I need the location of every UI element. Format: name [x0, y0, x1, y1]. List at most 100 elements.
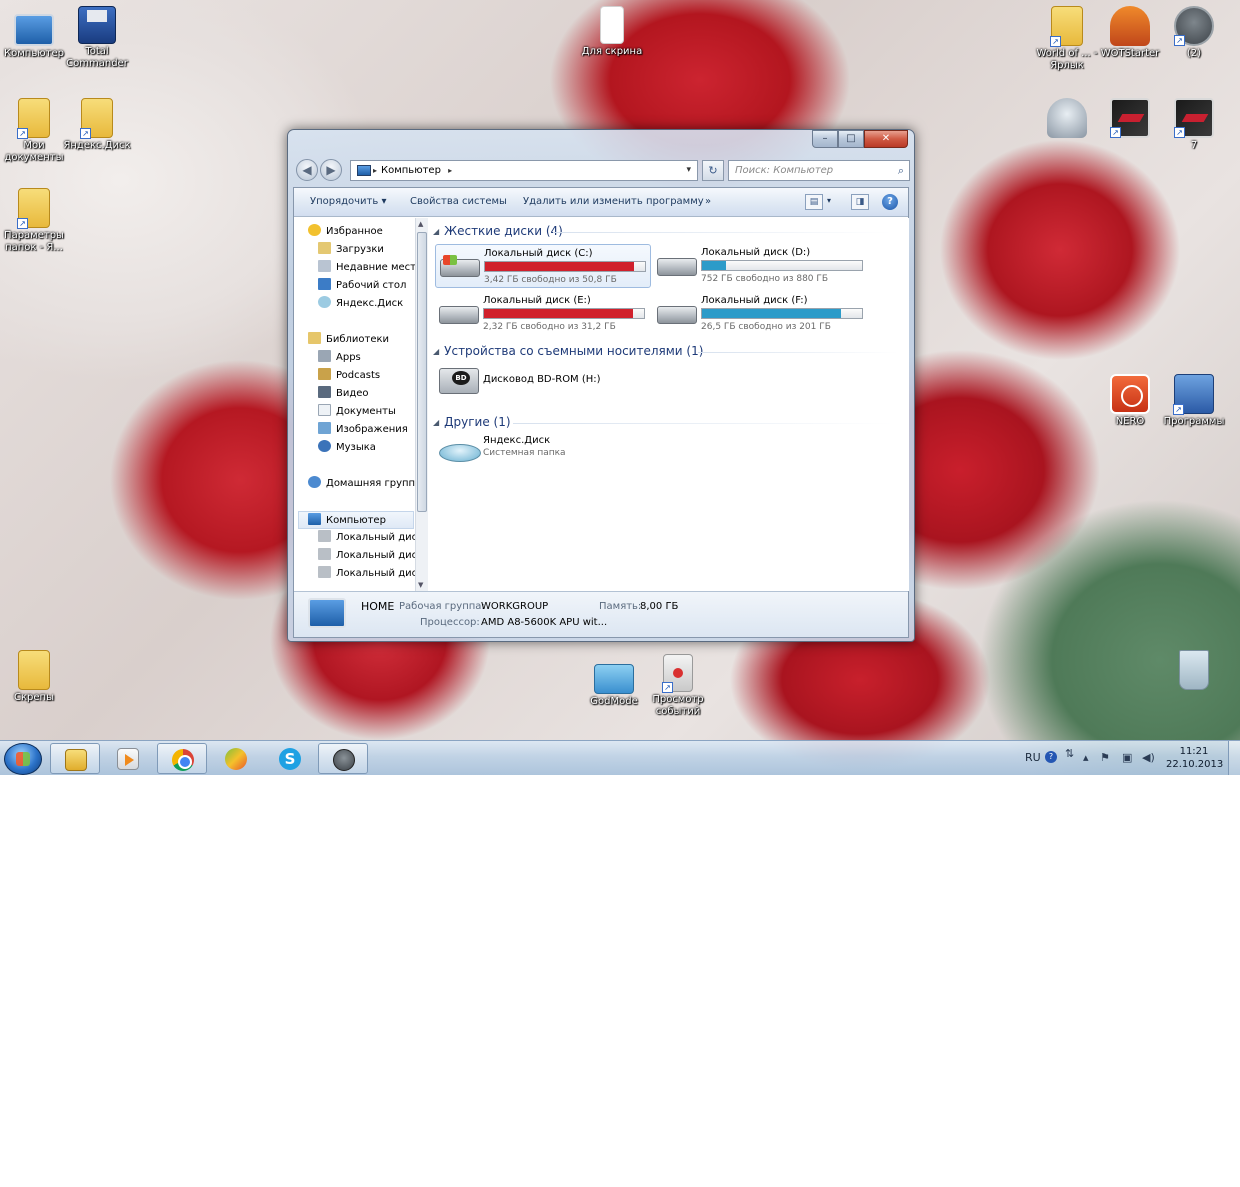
- nav-libraries[interactable]: Библиотеки: [308, 331, 389, 349]
- nav-computer[interactable]: Компьютер: [298, 511, 414, 529]
- nav-item-video[interactable]: Видео: [318, 385, 369, 403]
- nav-item-music[interactable]: Музыка: [318, 439, 376, 457]
- nav-item-yandex-disk[interactable]: Яндекс.Диск: [318, 295, 403, 313]
- nav-item-local-disk-d[interactable]: Локальный диск: [318, 547, 423, 565]
- workgroup-value: WORKGROUP: [481, 601, 549, 612]
- show-desktop-button[interactable]: [1228, 741, 1240, 775]
- maximize-button[interactable]: □: [838, 130, 864, 148]
- system-properties-button[interactable]: Свойства системы: [410, 196, 507, 207]
- taskbar-skype[interactable]: S: [265, 743, 315, 774]
- refresh-button[interactable]: ↻: [702, 160, 724, 181]
- more-commands-button[interactable]: »: [705, 196, 711, 207]
- command-bar: Упорядочить ▾ Свойства системы Удалить и…: [294, 188, 908, 217]
- desktop-icon-godmode[interactable]: GodMode: [580, 656, 648, 708]
- window-body: Упорядочить ▾ Свойства системы Удалить и…: [293, 187, 909, 638]
- action-center-flag-icon[interactable]: ⚑: [1100, 751, 1110, 764]
- start-button[interactable]: [4, 743, 42, 775]
- drive-c[interactable]: Локальный диск (C:) 3,42 ГБ свободно из …: [435, 244, 651, 288]
- group-title: Жесткие диски (4): [444, 224, 563, 238]
- yandex-disk-item[interactable]: Яндекс.Диск Системная папка: [435, 432, 651, 476]
- nav-item-desktop[interactable]: Рабочий стол: [318, 277, 406, 295]
- computer-icon: [308, 598, 346, 628]
- nav-homegroup[interactable]: Домашняя группа: [308, 475, 421, 493]
- desktop-icon-event-viewer[interactable]: ↗ Просмотр событий: [644, 654, 712, 718]
- breadcrumb-separator[interactable]: ▸: [448, 166, 452, 175]
- language-indicator[interactable]: RU: [1025, 751, 1041, 764]
- collapse-triangle-icon[interactable]: ◢: [433, 227, 439, 236]
- taskbar-ball-app[interactable]: [211, 743, 261, 774]
- taskbar-chrome[interactable]: [157, 743, 207, 774]
- desktop-icon-recycle-bin[interactable]: [1160, 650, 1228, 692]
- desktop-icon-programs[interactable]: ↗ Программы: [1160, 374, 1228, 428]
- desktop-icon-computer[interactable]: Компьютер: [0, 8, 68, 60]
- desktop-icon-wotstarter[interactable]: WOTStarter: [1096, 6, 1164, 60]
- breadcrumb-computer[interactable]: Компьютер: [381, 165, 441, 176]
- volume-icon[interactable]: ◀): [1142, 751, 1155, 764]
- desktop-icon-skrepy[interactable]: Скрепы: [0, 650, 68, 704]
- taskbar-media-player[interactable]: [103, 743, 153, 774]
- nav-item-pictures[interactable]: Изображения: [318, 421, 408, 439]
- tray-clock[interactable]: 11:21 22.10.2013: [1166, 745, 1223, 771]
- change-view-icon[interactable]: ▤: [805, 194, 823, 210]
- scroll-up-arrow-icon[interactable]: ▲: [418, 220, 423, 228]
- preview-pane-icon[interactable]: ◨: [851, 194, 869, 210]
- desktop-icon-bell-app[interactable]: [1033, 98, 1101, 140]
- downloads-folder-icon: [318, 242, 331, 254]
- desktop-icon-yandex-disk[interactable]: ↗ Яндекс.Диск: [63, 98, 131, 152]
- desktop-icon-nfs-1[interactable]: ↗: [1096, 98, 1164, 140]
- recent-places-icon: [318, 260, 331, 272]
- network-icon[interactable]: ▣: [1122, 751, 1132, 764]
- nav-item-local-disk-c[interactable]: Локальный диск: [318, 529, 423, 547]
- search-icon[interactable]: ⌕: [898, 161, 904, 180]
- nav-item-recent-places[interactable]: Недавние места: [318, 259, 422, 277]
- explorer-window[interactable]: – □ ✕ ◀ ▶ ▸ Компьютер ▸ ▾ ↻ Поиск: Компь…: [287, 129, 915, 642]
- drive-f[interactable]: Локальный диск (F:) 26,5 ГБ свободно из …: [653, 292, 869, 336]
- minimize-button[interactable]: –: [812, 130, 838, 148]
- uninstall-program-button[interactable]: Удалить или изменить программу: [523, 196, 704, 207]
- desktop-icon-for-screenshot[interactable]: Для скрина: [578, 6, 646, 58]
- organize-button[interactable]: Упорядочить ▾: [310, 196, 386, 207]
- taskbar-world-of-tanks[interactable]: [318, 743, 368, 774]
- scroll-down-arrow-icon[interactable]: ▼: [418, 581, 423, 589]
- nav-item-podcasts[interactable]: Podcasts: [318, 367, 380, 385]
- help-icon[interactable]: ?: [882, 194, 898, 210]
- tank-icon: ↗: [1174, 6, 1214, 46]
- desktop-icon-folder-options[interactable]: ↗ Параметры папок - Я...: [0, 188, 68, 254]
- taskbar-explorer[interactable]: [50, 743, 100, 774]
- nav-pane-scrollbar[interactable]: ▲ ▼: [415, 218, 428, 591]
- nav-item-downloads[interactable]: Загрузки: [318, 241, 384, 259]
- podcast-icon: [318, 368, 331, 380]
- close-button[interactable]: ✕: [864, 130, 908, 148]
- address-bar[interactable]: ▸ Компьютер ▸ ▾: [350, 160, 698, 181]
- nav-favorites[interactable]: Избранное: [308, 223, 383, 241]
- scrollbar-thumb[interactable]: [417, 232, 427, 512]
- desktop-icon-nero[interactable]: NERO: [1096, 374, 1164, 428]
- drive-e[interactable]: Локальный диск (E:) 2,32 ГБ свободно из …: [435, 292, 651, 336]
- drive-d[interactable]: Локальный диск (D:) 752 ГБ свободно из 8…: [653, 244, 869, 288]
- drive-free-space: 752 ГБ свободно из 880 ГБ: [701, 274, 829, 284]
- desktop-icon-world-of-tanks-shortcut[interactable]: ↗ World of ... - Ярлык: [1033, 6, 1101, 72]
- forward-button[interactable]: ▶: [320, 159, 342, 181]
- desktop-icon-nfs-2[interactable]: ↗ 7: [1160, 98, 1228, 152]
- drive-bd-rom[interactable]: BD Дисковод BD-ROM (H:): [435, 358, 651, 402]
- group-title: Другие (1): [444, 415, 511, 429]
- desktop-icon-my-documents[interactable]: ↗ Мои документы: [0, 98, 68, 164]
- group-header-hard-drives[interactable]: ◢ Жесткие диски (4): [433, 224, 903, 240]
- nav-item-local-disk-e[interactable]: Локальный диск: [318, 565, 423, 583]
- back-button[interactable]: ◀: [296, 159, 318, 181]
- collapse-triangle-icon[interactable]: ◢: [433, 347, 439, 356]
- breadcrumb-separator[interactable]: ▸: [373, 161, 377, 180]
- yandex-disk-icon: [318, 296, 331, 308]
- language-help-icon[interactable]: ?: [1045, 751, 1057, 763]
- nav-item-apps[interactable]: Apps: [318, 349, 361, 367]
- show-hidden-icons-icon[interactable]: ▴: [1083, 751, 1089, 764]
- search-input[interactable]: Поиск: Компьютер ⌕: [728, 160, 910, 181]
- view-options-chevron-icon[interactable]: ▾: [827, 196, 831, 205]
- keyboard-arrows-icon[interactable]: ⇅: [1065, 747, 1074, 760]
- nav-item-documents[interactable]: Документы: [318, 403, 396, 421]
- desktop-icon-total-commander[interactable]: Total Commander: [63, 6, 131, 70]
- chevron-down-icon[interactable]: ▾: [686, 161, 691, 180]
- collapse-triangle-icon[interactable]: ◢: [433, 418, 439, 427]
- group-header-other[interactable]: ◢ Другие (1): [433, 415, 903, 431]
- desktop-icon-wot-2[interactable]: ↗ (2): [1160, 6, 1228, 60]
